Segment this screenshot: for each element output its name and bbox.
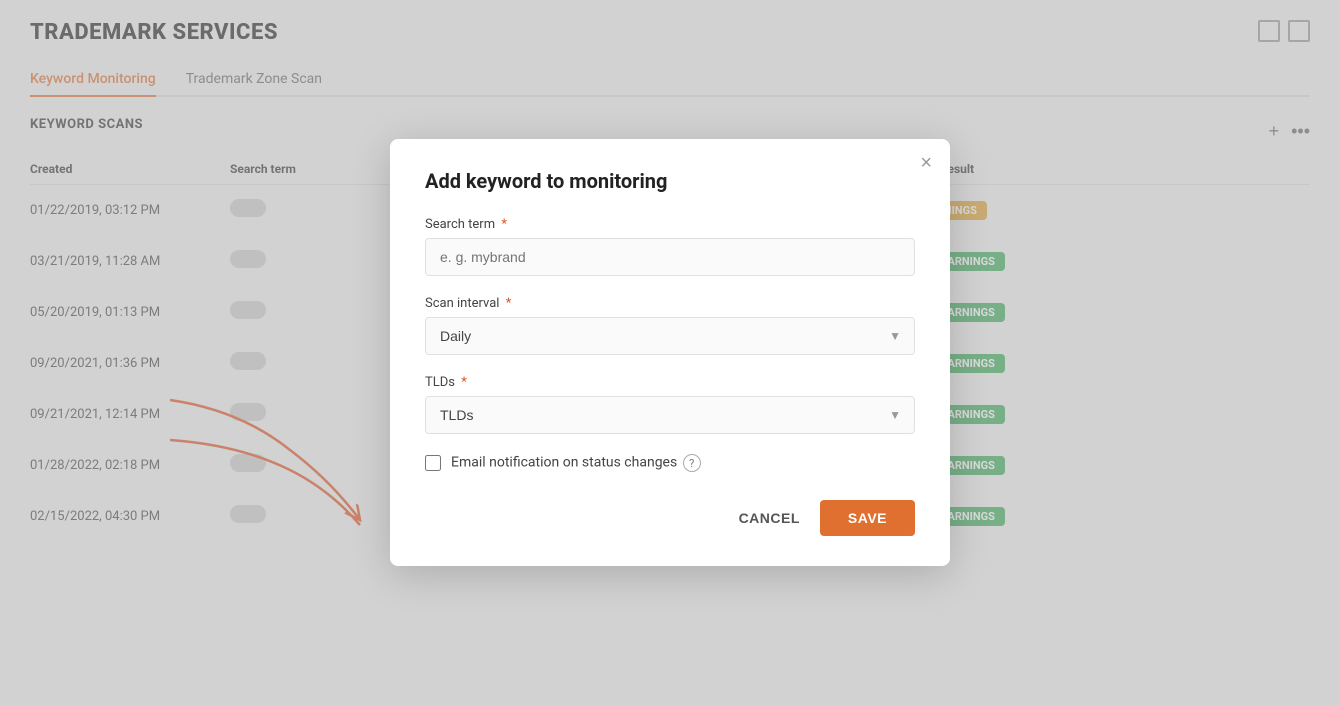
required-star: *: [506, 296, 512, 311]
modal-close-button[interactable]: ×: [920, 153, 932, 173]
tlds-wrapper: TLDs ▼: [425, 396, 915, 434]
help-icon[interactable]: ?: [683, 454, 701, 472]
required-star: *: [461, 375, 467, 390]
scan-interval-label: Scan interval *: [425, 296, 915, 311]
modal-footer: CANCEL SAVE: [425, 500, 915, 536]
email-notification-row: Email notification on status changes ?: [425, 454, 915, 472]
required-star: *: [501, 217, 507, 232]
search-term-label: Search term *: [425, 217, 915, 232]
cancel-button[interactable]: CANCEL: [739, 510, 800, 526]
modal-title: Add keyword to monitoring: [425, 169, 915, 193]
tlds-group: TLDs * TLDs ▼: [425, 375, 915, 434]
modal-overlay: × Add keyword to monitoring Search term …: [0, 0, 1340, 705]
tlds-label: TLDs *: [425, 375, 915, 390]
search-term-group: Search term *: [425, 217, 915, 276]
scan-interval-group: Scan interval * Daily Weekly Monthly ▼: [425, 296, 915, 355]
modal-dialog: × Add keyword to monitoring Search term …: [390, 139, 950, 566]
email-notification-label[interactable]: Email notification on status changes ?: [451, 454, 701, 472]
email-notification-checkbox[interactable]: [425, 455, 441, 471]
tlds-select[interactable]: TLDs: [425, 396, 915, 434]
scan-interval-select[interactable]: Daily Weekly Monthly: [425, 317, 915, 355]
save-button[interactable]: SAVE: [820, 500, 915, 536]
search-term-input[interactable]: [425, 238, 915, 276]
scan-interval-wrapper: Daily Weekly Monthly ▼: [425, 317, 915, 355]
